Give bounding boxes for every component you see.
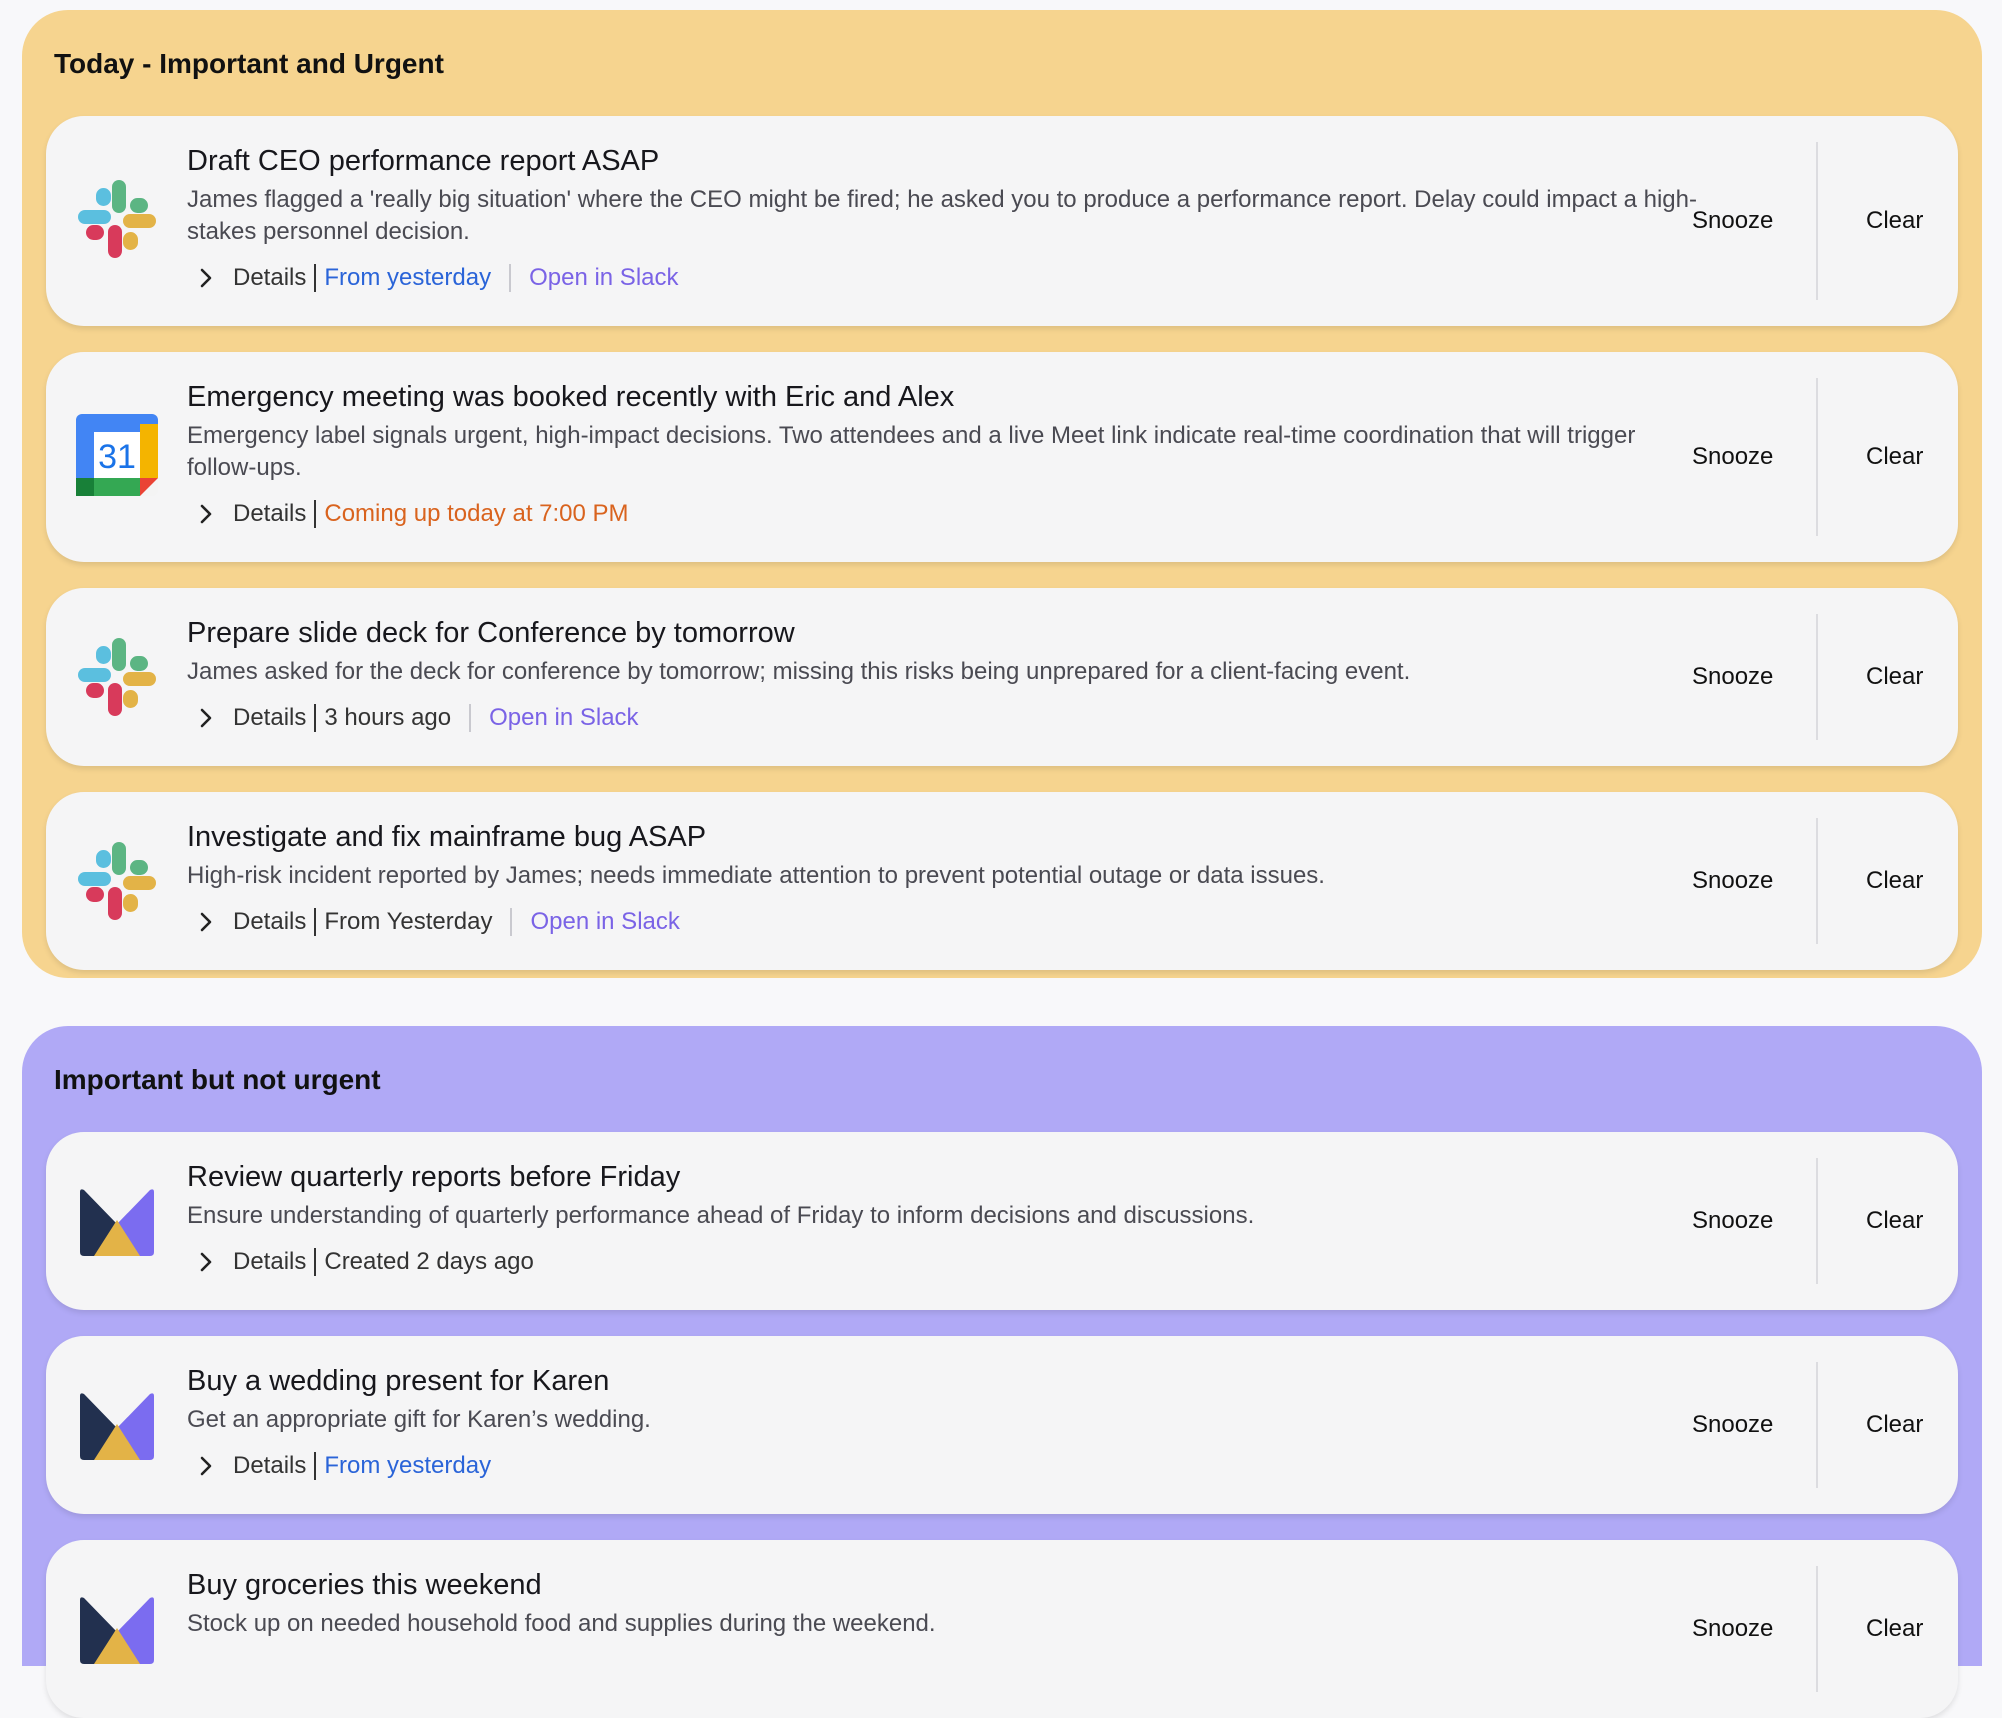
timestamp: 3 hours ago: [324, 704, 452, 731]
clear-button[interactable]: Clear: [1866, 443, 1923, 471]
task-description: Emergency label signals urgent, high-imp…: [187, 422, 1636, 481]
divider: [1816, 1566, 1818, 1692]
snooze-button[interactable]: Snooze: [1692, 207, 1773, 235]
m-logo-icon: [76, 1180, 158, 1262]
chevron-right-icon[interactable]: [193, 1453, 219, 1479]
details-toggle[interactable]: Details: [233, 1244, 306, 1280]
task-card[interactable]: Review quarterly reports before Friday E…: [46, 1132, 1958, 1310]
clear-button[interactable]: Clear: [1866, 1411, 1923, 1439]
chevron-right-icon[interactable]: [193, 265, 219, 291]
clear-button[interactable]: Clear: [1866, 867, 1923, 895]
open-in-slack-link[interactable]: Open in Slack: [529, 260, 678, 296]
snooze-button[interactable]: Snooze: [1692, 443, 1773, 471]
task-title: Buy groceries this weekend: [187, 1569, 542, 1601]
chevron-right-icon[interactable]: [193, 1249, 219, 1275]
google-calendar-icon: 31: [76, 414, 158, 496]
task-card[interactable]: Investigate and fix mainframe bug ASAP H…: [46, 792, 1958, 970]
clear-button[interactable]: Clear: [1866, 663, 1923, 691]
slack-icon: [76, 636, 158, 718]
details-toggle[interactable]: Details: [233, 700, 306, 736]
divider: [1816, 142, 1818, 300]
divider: [1816, 1158, 1818, 1284]
section-title: Important but not urgent: [54, 1064, 381, 1095]
snooze-button[interactable]: Snooze: [1692, 1207, 1773, 1235]
task-title: Review quarterly reports before Friday: [187, 1161, 681, 1193]
snooze-button[interactable]: Snooze: [1692, 867, 1773, 895]
card-actions: Snooze Clear: [1674, 1362, 1958, 1488]
task-card[interactable]: Buy a wedding present for Karen Get an a…: [46, 1336, 1958, 1514]
m-logo-icon: [76, 1384, 158, 1466]
snooze-button[interactable]: Snooze: [1692, 1411, 1773, 1439]
details-toggle[interactable]: Details: [233, 260, 306, 296]
divider: [1816, 1362, 1818, 1488]
section-title: Today - Important and Urgent: [54, 48, 444, 79]
clear-button[interactable]: Clear: [1866, 207, 1923, 235]
task-title: Investigate and fix mainframe bug ASAP: [187, 821, 707, 853]
task-meta: Details Created 2 days ago: [187, 1244, 1707, 1280]
timestamp: From yesterday: [324, 1452, 492, 1479]
card-actions: Snooze Clear: [1674, 818, 1958, 944]
task-description: Ensure understanding of quarterly perfor…: [187, 1202, 1255, 1229]
details-toggle[interactable]: Details: [233, 496, 306, 532]
chevron-right-icon[interactable]: [193, 705, 219, 731]
task-description: Stock up on needed household food and su…: [187, 1610, 936, 1637]
slack-icon: [76, 840, 158, 922]
divider: [314, 704, 317, 732]
divider: [314, 264, 317, 292]
timestamp: Coming up today at 7:00 PM: [324, 500, 629, 527]
calendar-day-number: 31: [98, 438, 136, 476]
task-meta: Details Coming up today at 7:00 PM: [187, 496, 1707, 532]
divider: [314, 1452, 317, 1480]
clear-button[interactable]: Clear: [1866, 1207, 1923, 1235]
task-meta: Details From yesterday: [187, 1448, 1707, 1484]
card-actions: Snooze Clear: [1674, 614, 1958, 740]
task-title: Draft CEO performance report ASAP: [187, 145, 660, 177]
task-title: Prepare slide deck for Conference by tom…: [187, 617, 795, 649]
divider: [1816, 818, 1818, 944]
task-card[interactable]: Draft CEO performance report ASAP James …: [46, 116, 1958, 326]
slack-icon: [76, 178, 158, 260]
divider: [1816, 614, 1818, 740]
task-description: Get an appropriate gift for Karen’s wedd…: [187, 1406, 651, 1433]
chevron-right-icon[interactable]: [193, 909, 219, 935]
divider: [314, 908, 317, 936]
task-card[interactable]: 31 Emergency meeting was booked recently…: [46, 352, 1958, 562]
divider: [314, 500, 317, 528]
task-card[interactable]: Buy groceries this weekend Stock up on n…: [46, 1540, 1958, 1718]
task-title: Emergency meeting was booked recently wi…: [187, 381, 955, 413]
divider: [314, 1248, 317, 1276]
m-logo-icon: [76, 1588, 158, 1670]
divider: [509, 264, 512, 292]
task-description: High-risk incident reported by James; ne…: [187, 862, 1325, 889]
snooze-button[interactable]: Snooze: [1692, 663, 1773, 691]
section-important-not-urgent: Important but not urgent Review quarterl…: [22, 1026, 1982, 1718]
divider: [510, 908, 513, 936]
task-meta: Details From yesterday Open in Slack: [187, 260, 1707, 296]
timestamp: Created 2 days ago: [324, 1248, 534, 1275]
task-description: James asked for the deck for conference …: [187, 658, 1411, 685]
card-actions: Snooze Clear: [1674, 378, 1958, 536]
timestamp: From yesterday: [324, 264, 492, 291]
snooze-button[interactable]: Snooze: [1692, 1615, 1773, 1643]
card-actions: Snooze Clear: [1674, 142, 1958, 300]
timestamp: From Yesterday: [324, 908, 493, 935]
task-card[interactable]: Prepare slide deck for Conference by tom…: [46, 588, 1958, 766]
task-meta: Details From Yesterday Open in Slack: [187, 904, 1707, 940]
task-meta: Details 3 hours ago Open in Slack: [187, 700, 1707, 736]
open-in-slack-link[interactable]: Open in Slack: [530, 904, 679, 940]
card-actions: Snooze Clear: [1674, 1566, 1958, 1692]
section-important-urgent: Today - Important and Urgent Draft CEO p…: [22, 10, 1982, 978]
open-in-slack-link[interactable]: Open in Slack: [489, 700, 638, 736]
divider: [469, 704, 472, 732]
task-title: Buy a wedding present for Karen: [187, 1365, 610, 1397]
chevron-right-icon[interactable]: [193, 501, 219, 527]
task-description: James flagged a 'really big situation' w…: [187, 186, 1697, 245]
details-toggle[interactable]: Details: [233, 904, 306, 940]
card-actions: Snooze Clear: [1674, 1158, 1958, 1284]
clear-button[interactable]: Clear: [1866, 1615, 1923, 1643]
divider: [1816, 378, 1818, 536]
details-toggle[interactable]: Details: [233, 1448, 306, 1484]
